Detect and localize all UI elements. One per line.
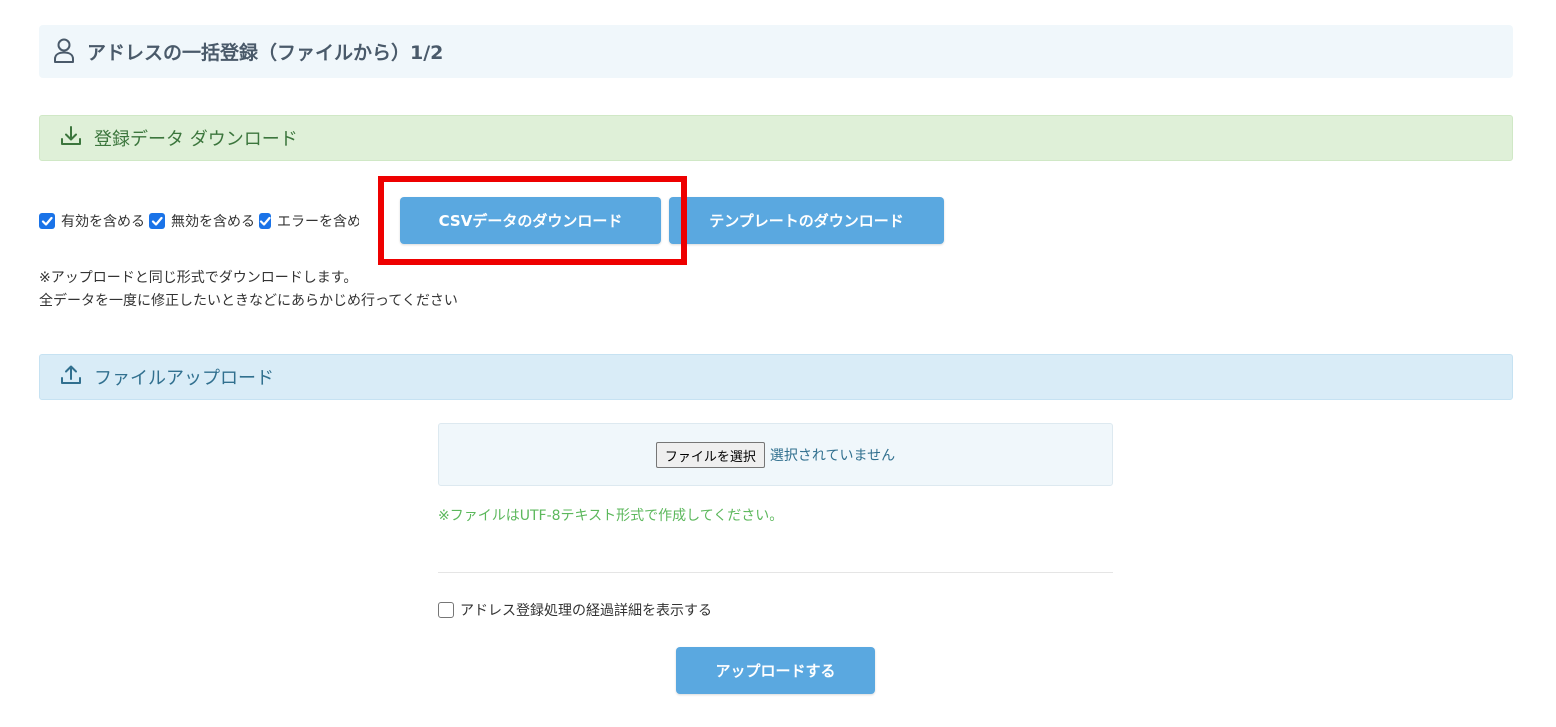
show-detail-option[interactable]: アドレス登録処理の経過詳細を表示する <box>438 600 712 620</box>
show-detail-label: アドレス登録処理の経過詳細を表示する <box>460 603 712 619</box>
upload-section-header: ファイルアップロード <box>39 354 1513 400</box>
include-invalid-option[interactable]: 無効を含める <box>149 211 255 231</box>
user-icon <box>53 37 75 67</box>
include-valid-label: 有効を含める <box>61 213 145 230</box>
page: アドレスの一括登録（ファイルから）1/2 登録データ ダウンロード 有効を含める… <box>0 0 1556 727</box>
download-section-header: 登録データ ダウンロード <box>39 115 1513 161</box>
include-error-checkbox[interactable] <box>259 212 271 229</box>
page-header: アドレスの一括登録（ファイルから）1/2 <box>39 25 1513 78</box>
upload-section-title: ファイルアップロード <box>94 368 274 389</box>
file-input-area: ファイルを選択 選択されていません <box>438 423 1113 486</box>
csv-download-button[interactable]: CSVデータのダウンロード <box>400 197 661 244</box>
include-valid-checkbox[interactable] <box>39 212 55 229</box>
download-note: ※アップロードと同じ形式でダウンロードします。 全データを一度に修正したいときな… <box>39 267 458 313</box>
download-options: 有効を含める 無効を含める エラーを含める <box>39 197 363 244</box>
include-invalid-label: 無効を含める <box>171 213 255 230</box>
download-icon <box>60 125 82 151</box>
include-error-option[interactable]: エラーを含める <box>259 211 359 231</box>
encoding-note: ※ファイルはUTF-8テキスト形式で作成してください。 <box>438 508 784 524</box>
divider <box>438 572 1113 573</box>
file-status-text: 選択されていません <box>769 447 896 464</box>
upload-button[interactable]: アップロードする <box>676 647 875 694</box>
download-note-line2: 全データを一度に修正したいときなどにあらかじめ行ってください <box>39 293 458 309</box>
include-valid-option[interactable]: 有効を含める <box>39 211 145 231</box>
template-download-button[interactable]: テンプレートのダウンロード <box>669 197 944 244</box>
page-title: アドレスの一括登録（ファイルから）1/2 <box>87 42 444 64</box>
download-note-line1: ※アップロードと同じ形式でダウンロードします。 <box>39 270 358 286</box>
include-invalid-checkbox[interactable] <box>149 212 165 229</box>
download-section-title: 登録データ ダウンロード <box>94 129 298 150</box>
include-error-label: エラーを含める <box>277 213 359 230</box>
show-detail-checkbox[interactable] <box>438 602 454 618</box>
choose-file-button[interactable]: ファイルを選択 <box>655 441 765 468</box>
upload-icon <box>60 364 82 390</box>
